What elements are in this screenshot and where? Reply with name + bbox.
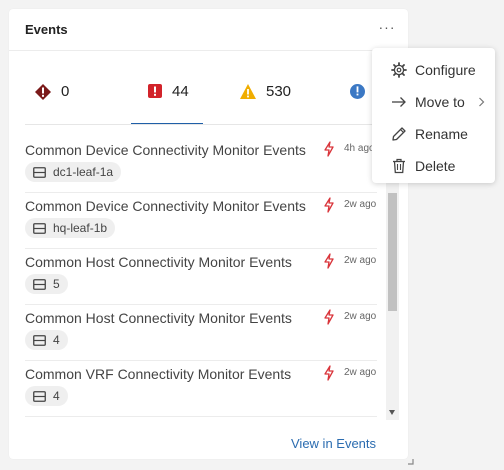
lightning-bolt-icon bbox=[324, 253, 334, 269]
scrollbar-thumb[interactable] bbox=[388, 193, 397, 311]
server-icon bbox=[33, 278, 46, 290]
device-chip[interactable]: 4 bbox=[25, 330, 68, 350]
lightning-bolt-icon bbox=[324, 197, 334, 213]
list-item[interactable]: Common Host Connectivity Monitor Events … bbox=[25, 305, 377, 361]
device-chip[interactable]: dc1-leaf-1a bbox=[25, 162, 122, 182]
device-chip[interactable]: 4 bbox=[25, 386, 68, 406]
chip-label: dc1-leaf-1a bbox=[53, 165, 114, 179]
severity-tabs: 0 44 530 6 bbox=[25, 75, 385, 125]
menu-item-label: Delete bbox=[415, 158, 456, 174]
list-item[interactable]: Common VRF Connectivity Monitor Events 4… bbox=[25, 361, 377, 417]
event-time: 2w ago bbox=[344, 255, 377, 266]
chevron-right-icon bbox=[479, 97, 485, 107]
list-item[interactable]: Common Host Connectivity Monitor Events … bbox=[25, 249, 377, 305]
events-widget: Events ··· 0 44 530 Common Device Connec… bbox=[9, 9, 414, 465]
critical-count: 0 bbox=[61, 83, 70, 100]
server-icon bbox=[33, 166, 46, 178]
menu-item-rename[interactable]: Rename bbox=[372, 118, 495, 150]
event-title: Common Device Connectivity Monitor Event… bbox=[25, 198, 306, 214]
ellipsis-icon: ··· bbox=[378, 19, 396, 35]
menu-item-label: Rename bbox=[415, 126, 468, 142]
major-count: 44 bbox=[172, 83, 189, 100]
critical-diamond-icon bbox=[35, 84, 51, 100]
pencil-icon bbox=[392, 127, 406, 141]
widget-title: Events bbox=[25, 22, 68, 37]
major-square-icon bbox=[148, 84, 162, 98]
event-title: Common Host Connectivity Monitor Events bbox=[25, 310, 292, 326]
lightning-bolt-icon bbox=[324, 141, 334, 157]
events-list: Common Device Connectivity Monitor Event… bbox=[25, 137, 377, 418]
event-time: 2w ago bbox=[344, 367, 377, 378]
more-options-button[interactable]: ··· bbox=[375, 19, 399, 39]
server-icon bbox=[33, 390, 46, 402]
event-title: Common Device Connectivity Monitor Event… bbox=[25, 142, 306, 158]
tab-critical[interactable]: 0 bbox=[34, 75, 70, 124]
list-item[interactable]: Common Device Connectivity Monitor Event… bbox=[25, 137, 377, 193]
warning-triangle-icon bbox=[240, 84, 256, 99]
event-time: 2w ago bbox=[344, 311, 377, 322]
widget-context-menu: Configure Move to Rename Delete bbox=[372, 48, 495, 183]
lightning-bolt-icon bbox=[324, 309, 334, 325]
tab-major[interactable]: 44 bbox=[131, 75, 203, 124]
list-item[interactable]: Common Device Connectivity Monitor Event… bbox=[25, 193, 377, 249]
resize-handle-icon[interactable] bbox=[407, 458, 414, 465]
lightning-bolt-icon bbox=[324, 365, 334, 381]
event-title: Common VRF Connectivity Monitor Events bbox=[25, 366, 292, 382]
tab-warning[interactable]: 530 bbox=[239, 75, 292, 124]
menu-item-delete[interactable]: Delete bbox=[372, 150, 495, 182]
arrow-right-icon bbox=[392, 97, 406, 107]
widget-header: Events ··· bbox=[9, 9, 408, 51]
event-title: Common Host Connectivity Monitor Events bbox=[25, 254, 292, 270]
device-chip[interactable]: 5 bbox=[25, 274, 68, 294]
view-in-events-link[interactable]: View in Events bbox=[291, 436, 376, 451]
server-icon bbox=[33, 334, 46, 346]
menu-item-configure[interactable]: Configure bbox=[372, 54, 495, 86]
device-chip[interactable]: hq-leaf-1b bbox=[25, 218, 116, 238]
chip-label: 4 bbox=[53, 389, 60, 403]
chip-label: 4 bbox=[53, 333, 60, 347]
event-time: 2w ago bbox=[344, 199, 377, 210]
gear-icon bbox=[391, 62, 407, 78]
event-time: 4h ago bbox=[344, 143, 375, 154]
menu-item-label: Move to bbox=[415, 94, 465, 110]
info-circle-icon bbox=[350, 84, 365, 99]
menu-item-move-to[interactable]: Move to bbox=[372, 86, 495, 118]
menu-item-label: Configure bbox=[415, 62, 476, 78]
chip-label: hq-leaf-1b bbox=[53, 221, 108, 235]
chip-label: 5 bbox=[53, 277, 60, 291]
server-icon bbox=[33, 222, 46, 234]
trash-icon bbox=[393, 158, 405, 174]
warning-count: 530 bbox=[266, 83, 292, 100]
scroll-down-arrow-icon[interactable] bbox=[389, 410, 395, 415]
